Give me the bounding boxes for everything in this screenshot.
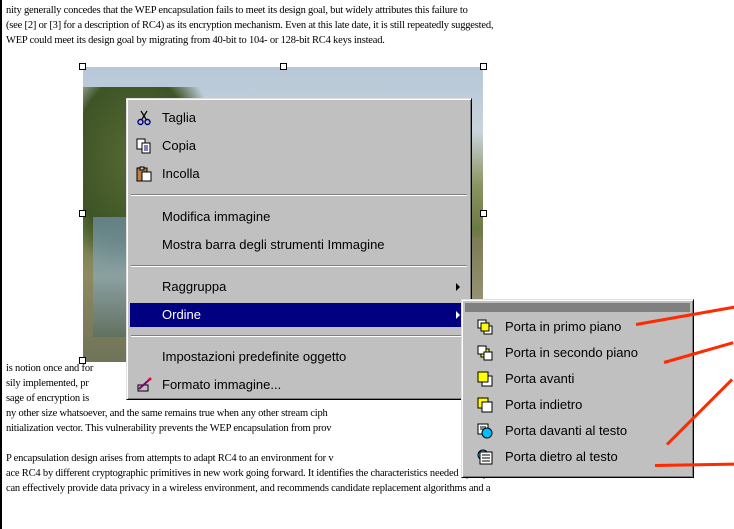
order-submenu: Porta in primo piano Porta in secondo pi…: [461, 299, 694, 478]
resize-handle-left[interactable]: [79, 210, 86, 217]
resize-handle-top-right[interactable]: [480, 63, 487, 70]
submenu-arrow-icon: [456, 311, 460, 319]
bring-in-front-of-text-icon: [477, 423, 493, 439]
menu-item-label: Raggruppa: [162, 279, 227, 294]
resize-handle-right[interactable]: [480, 210, 487, 217]
menu-item-label: Copia: [162, 138, 196, 153]
menu-item-label: Porta dietro al testo: [505, 449, 618, 464]
menu-separator: [131, 335, 467, 337]
submenu-arrow-icon: [456, 283, 460, 291]
bring-forward-icon: [477, 371, 493, 387]
document-text-line: ny other size whatsoever, and the same r…: [6, 408, 328, 419]
menu-item-format-image[interactable]: Formato immagine...: [130, 373, 468, 397]
menu-item-label: Porta davanti al testo: [505, 423, 628, 438]
menu-item-label: Porta indietro: [505, 397, 583, 412]
document-text-line: nity generally concedes that the WEP enc…: [6, 5, 468, 16]
document-text-line: is notion once and for: [6, 363, 94, 374]
menu-item-group[interactable]: Raggruppa: [130, 275, 468, 299]
context-menu: Taglia Copia Incolla Modifica immagine M…: [126, 98, 472, 400]
document-text-line: sage of encryption is: [6, 393, 89, 404]
submenu-item-send-to-back[interactable]: Porta in secondo piano: [465, 340, 690, 366]
document-text-line: can effectively provide data privacy in …: [6, 483, 491, 494]
format-picture-icon: [137, 377, 152, 392]
scissors-icon: [137, 110, 151, 126]
submenu-item-send-backward[interactable]: Porta indietro: [465, 392, 690, 418]
menu-item-label: Mostra barra degli strumenti Immagine: [162, 237, 385, 252]
menu-item-label: Impostazioni predefinite oggetto: [162, 349, 347, 364]
document-text-line: WEP could meet its design goal by migrat…: [6, 35, 385, 46]
menu-item-label: Ordine: [162, 307, 202, 322]
document-text-line: nitialization vector. This vulnerability…: [6, 423, 332, 434]
document-text-line: ace RC4 by different cryptographic primi…: [6, 468, 488, 479]
menu-item-label: Modifica immagine: [162, 209, 271, 224]
submenu-title-bar: [465, 303, 690, 312]
resize-handle-bottom-left[interactable]: [79, 357, 86, 364]
bring-to-front-icon: [477, 319, 493, 335]
send-behind-text-icon: [477, 449, 493, 465]
document-text-line: P encapsulation design arises from attem…: [6, 453, 334, 464]
document-text-line: (see [2] or [3] for a description of RC4…: [6, 20, 494, 31]
resize-handle-top[interactable]: [280, 63, 287, 70]
menu-item-label: Porta in secondo piano: [505, 345, 638, 360]
submenu-item-in-front-of-text[interactable]: Porta davanti al testo: [465, 418, 690, 444]
menu-item-show-image-toolbar[interactable]: Mostra barra degli strumenti Immagine: [130, 233, 468, 257]
document-text-line: sily implemented, pr: [6, 378, 89, 389]
menu-item-default-settings[interactable]: Impostazioni predefinite oggetto: [130, 345, 468, 369]
menu-item-label: Formato immagine...: [162, 377, 282, 392]
menu-item-edit-image[interactable]: Modifica immagine: [130, 205, 468, 229]
menu-item-label: Incolla: [162, 166, 200, 181]
menu-separator: [131, 265, 467, 267]
menu-item-cut[interactable]: Taglia: [130, 106, 468, 130]
menu-item-label: Porta avanti: [505, 371, 575, 386]
menu-item-label: Porta in primo piano: [505, 319, 622, 334]
menu-item-label: Taglia: [162, 110, 196, 125]
submenu-item-bring-to-front[interactable]: Porta in primo piano: [465, 314, 690, 340]
resize-handle-top-left[interactable]: [79, 63, 86, 70]
menu-separator: [131, 194, 467, 196]
page-left-border: [0, 0, 2, 529]
send-to-back-icon: [477, 345, 493, 361]
menu-item-copy[interactable]: Copia: [130, 134, 468, 158]
menu-item-paste[interactable]: Incolla: [130, 162, 468, 186]
paste-icon: [136, 166, 152, 182]
submenu-item-bring-forward[interactable]: Porta avanti: [465, 366, 690, 392]
send-backward-icon: [477, 397, 493, 413]
menu-item-order[interactable]: Ordine: [130, 303, 468, 327]
copy-icon: [136, 138, 151, 154]
